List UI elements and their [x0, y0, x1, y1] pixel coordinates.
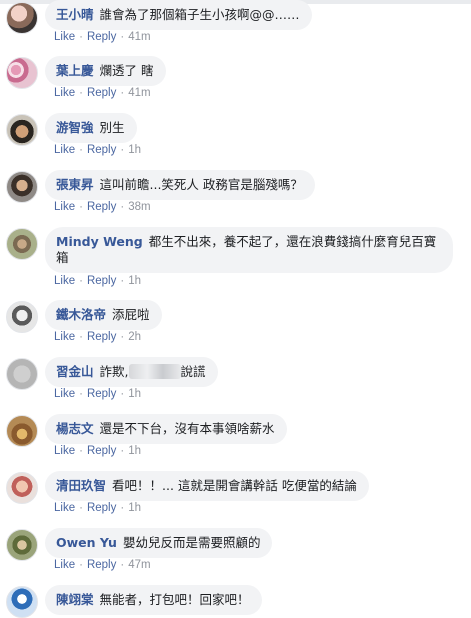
- avatar[interactable]: [6, 415, 38, 447]
- reply-link[interactable]: Reply: [87, 201, 116, 213]
- like-link[interactable]: Like: [54, 559, 75, 571]
- reply-link[interactable]: Reply: [87, 559, 116, 571]
- comment-actions: Like · Reply · 38m: [54, 201, 151, 213]
- avatar[interactable]: [6, 228, 38, 260]
- timestamp[interactable]: 1h: [128, 275, 141, 287]
- comment-bubble: 葉上慶 爛透了 瞎: [45, 56, 166, 86]
- comment-text: 還是不下台，沒有本事領啥薪水: [99, 421, 275, 436]
- reply-link[interactable]: Reply: [87, 87, 116, 99]
- reply-link[interactable]: Reply: [87, 31, 116, 43]
- like-link[interactable]: Like: [54, 87, 75, 99]
- reply-link[interactable]: Reply: [87, 144, 116, 156]
- comment-actions: Like · Reply · 41m: [54, 31, 151, 43]
- avatar[interactable]: [6, 586, 38, 618]
- comment-bubble: 游智強 別生: [45, 113, 137, 143]
- comment-actions: Like · Reply · 2h: [54, 331, 141, 343]
- like-link[interactable]: Like: [54, 445, 75, 457]
- comment-text-tail: 說謊: [180, 364, 206, 379]
- commenter-name[interactable]: 鐵木洛帝: [56, 307, 106, 322]
- comment-actions: Like · Reply · 1h: [54, 144, 141, 156]
- avatar[interactable]: [6, 529, 38, 561]
- reply-link[interactable]: Reply: [87, 445, 116, 457]
- comment-text: 詐欺,: [99, 364, 129, 379]
- comment-text: 爛透了 瞎: [99, 63, 154, 78]
- comment-actions: Like · Reply · 1h: [54, 275, 141, 287]
- timestamp[interactable]: 1h: [128, 144, 141, 156]
- comment-bubble: 清田玖智 看吧！！... 這就是開會講幹話 吃便當的結論: [45, 471, 369, 501]
- like-link[interactable]: Like: [54, 144, 75, 156]
- timestamp[interactable]: 47m: [128, 559, 150, 571]
- comment-text: 添屁啦: [112, 307, 150, 322]
- comment-text: 這叫前瞻...笑死人 政務官是腦殘嗎？: [99, 177, 303, 192]
- like-link[interactable]: Like: [54, 502, 75, 514]
- commenter-name[interactable]: 楊志文: [56, 421, 94, 436]
- comment-actions: Like · Reply · 41m: [54, 87, 151, 99]
- comment-bubble: Owen Yu 嬰幼兒反而是需要照顧的: [45, 528, 273, 558]
- reply-link[interactable]: Reply: [87, 331, 116, 343]
- reply-link[interactable]: Reply: [87, 388, 116, 400]
- avatar[interactable]: [6, 114, 38, 146]
- avatar[interactable]: [6, 2, 38, 34]
- timestamp[interactable]: 1h: [128, 502, 141, 514]
- redacted-text: [128, 364, 181, 379]
- reply-link[interactable]: Reply: [87, 502, 116, 514]
- comment-text: 誰會為了那個箱子生小孩啊@@……: [99, 7, 300, 22]
- like-link[interactable]: Like: [54, 31, 75, 43]
- avatar[interactable]: [6, 358, 38, 390]
- commenter-name[interactable]: 陳翊棠: [56, 592, 94, 607]
- commenter-name[interactable]: 習金山: [56, 364, 94, 379]
- comment-bubble: 鐵木洛帝 添屁啦: [45, 300, 162, 330]
- comment-actions: Like · Reply · 47m: [54, 559, 151, 571]
- commenter-name[interactable]: 葉上慶: [56, 63, 94, 78]
- commenter-name[interactable]: 清田玖智: [56, 478, 106, 493]
- avatar[interactable]: [6, 301, 38, 333]
- like-link[interactable]: Like: [54, 388, 75, 400]
- avatar[interactable]: [6, 57, 38, 89]
- comment-bubble: 習金山 詐欺, 說謊: [45, 357, 218, 387]
- reply-link[interactable]: Reply: [87, 275, 116, 287]
- timestamp[interactable]: 41m: [128, 87, 150, 99]
- like-link[interactable]: Like: [54, 275, 75, 287]
- avatar[interactable]: [6, 171, 38, 203]
- timestamp[interactable]: 1h: [128, 388, 141, 400]
- timestamp[interactable]: 41m: [128, 31, 150, 43]
- commenter-name[interactable]: Owen Yu: [56, 535, 117, 550]
- comment-bubble: 楊志文 還是不下台，沒有本事領啥薪水: [45, 414, 287, 444]
- like-link[interactable]: Like: [54, 331, 75, 343]
- avatar[interactable]: [6, 472, 38, 504]
- commenter-name[interactable]: 張東昇: [56, 177, 94, 192]
- comment-text: 嬰幼兒反而是需要照顧的: [122, 535, 261, 550]
- like-link[interactable]: Like: [54, 201, 75, 213]
- timestamp[interactable]: 1h: [128, 445, 141, 457]
- comment-actions: Like · Reply · 1h: [54, 445, 141, 457]
- comment-actions: Like · Reply · 1h: [54, 388, 141, 400]
- comment-bubble: 王小晴 誰會為了那個箱子生小孩啊@@……: [45, 0, 312, 30]
- comment-actions: Like · Reply · 1h: [54, 502, 141, 514]
- comment-text: 無能者，打包吧！回家吧！: [99, 592, 250, 607]
- comment-text: 別生: [99, 120, 125, 135]
- timestamp[interactable]: 38m: [128, 201, 150, 213]
- commenter-name[interactable]: Mindy Weng: [56, 234, 143, 249]
- comment-text: 看吧！！... 這就是開會講幹話 吃便當的結論: [112, 478, 357, 493]
- timestamp[interactable]: 2h: [128, 331, 141, 343]
- comment-bubble: Mindy Weng 都生不出來，養不起了，還在浪費錢搞什麼育兒百寶箱: [45, 227, 453, 273]
- comment-bubble: 張東昇 這叫前瞻...笑死人 政務官是腦殘嗎？: [45, 170, 315, 200]
- commenter-name[interactable]: 游智強: [56, 120, 94, 135]
- commenter-name[interactable]: 王小晴: [56, 7, 94, 22]
